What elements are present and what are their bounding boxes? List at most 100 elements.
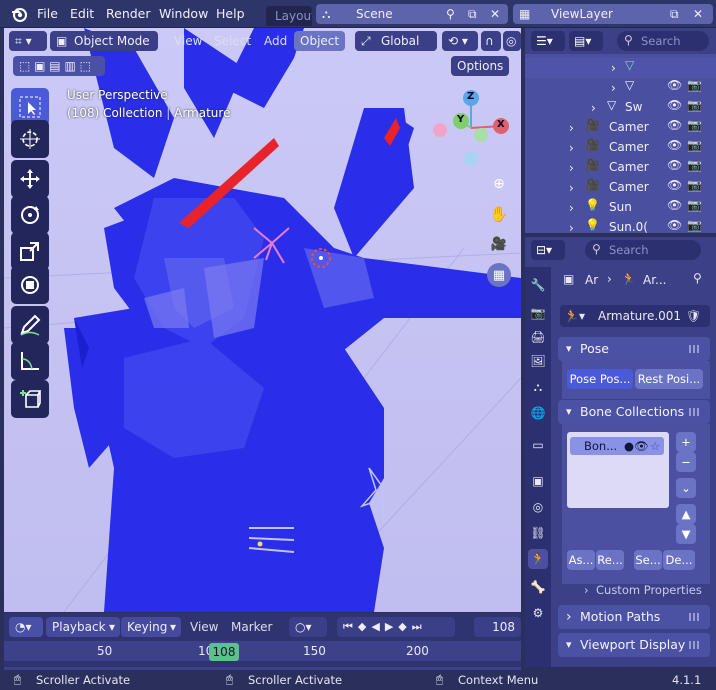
mode-selector[interactable]: ▣ Object Mode [50, 31, 158, 51]
drag-grip-icon[interactable] [689, 641, 701, 649]
drag-grip-icon[interactable] [689, 345, 701, 353]
bone-collection-item[interactable]: Bon... ● 👁 ☆ [570, 437, 664, 455]
move-up-button[interactable]: ▲ [676, 504, 696, 524]
bone-constraint-tab-icon[interactable]: ⚙ [528, 603, 548, 623]
bone-collection-list[interactable]: Bon... ● 👁 ☆ [567, 432, 669, 508]
eye-icon[interactable]: 👁 [667, 198, 682, 212]
delete-scene-icon[interactable]: ✕ [490, 4, 500, 24]
menu-render[interactable]: Render [106, 6, 151, 21]
menu-help[interactable]: Help [216, 6, 245, 21]
delete-view-layer-icon[interactable]: ✕ [693, 4, 703, 24]
camera-render-icon[interactable]: 📷 [687, 98, 702, 112]
expand-icon[interactable]: › [569, 201, 574, 215]
eye-icon[interactable]: 👁 [667, 78, 682, 92]
deselect-button[interactable]: De... [663, 550, 695, 570]
playback-menu[interactable]: Playback ▾ [46, 617, 120, 637]
properties-editor-icon[interactable]: ⊟▾ [531, 240, 565, 260]
tree-row[interactable]: › 💡 Sun 👁 📷 [525, 198, 716, 218]
expand-icon[interactable]: › [569, 141, 574, 155]
add-collection-button[interactable]: + [676, 432, 696, 452]
pan-hand-icon[interactable]: ✋ [488, 203, 510, 225]
tree-row[interactable]: › 🎥 Camer 👁 📷 [525, 178, 716, 198]
measure-tool-button[interactable] [11, 342, 49, 380]
navigation-gizmo[interactable]: Z X Y [428, 88, 516, 178]
eye-icon[interactable]: 👁 [667, 218, 682, 232]
new-scene-icon[interactable]: ⧉ [468, 4, 477, 24]
output-tab-icon[interactable]: 🖨 [528, 327, 548, 347]
editor-type-button[interactable]: ⌗ ▾ [9, 31, 47, 51]
view-layer-tab-icon[interactable]: 🖼 [528, 351, 548, 371]
motion-paths-header[interactable]: Motion Paths [558, 605, 710, 629]
physics-tab-icon[interactable]: ◎ [528, 497, 548, 517]
view-layer-selector[interactable]: ▦ ViewLayer ⧉ ✕ [513, 4, 713, 24]
expand-icon[interactable]: › [569, 121, 574, 135]
tree-row[interactable]: › ▽ 👁 📷 [525, 78, 716, 98]
tool-tab-icon[interactable]: 🔧 [528, 275, 548, 295]
menu-file[interactable]: File [37, 6, 58, 21]
assign-button[interactable]: As... [567, 550, 595, 570]
world-tab-icon[interactable]: 🌐 [528, 403, 548, 423]
timeline-editor-icon[interactable]: ◔▾ [9, 617, 43, 637]
scale-tool-button[interactable] [11, 232, 49, 270]
annotate-tool-button[interactable] [11, 306, 49, 344]
move-down-button[interactable]: ▼ [676, 524, 696, 544]
properties-search-input[interactable]: Search [585, 240, 701, 260]
eye-icon[interactable]: 👁 [667, 98, 682, 112]
camera-render-icon[interactable]: 📷 [687, 218, 702, 232]
armature-datablock[interactable]: 🏃▾ Armature.001 🛡 [560, 305, 710, 327]
camera-view-icon[interactable]: 🎥 [488, 233, 510, 255]
camera-render-icon[interactable]: 📷 [687, 118, 702, 132]
remove-collection-button[interactable]: − [676, 452, 696, 472]
tree-row[interactable]: › 🎥 Camer 👁 📷 [525, 138, 716, 158]
auto-key-button[interactable]: ○▾ [289, 617, 327, 637]
pin-icon[interactable]: ⚲ [446, 4, 455, 24]
camera-render-icon[interactable]: 📷 [687, 198, 702, 212]
pose-position-button[interactable]: Pose Pos... [567, 369, 633, 389]
bone-collections-header[interactable]: Bone Collections [558, 400, 710, 424]
drag-grip-icon[interactable] [689, 613, 701, 621]
custom-properties-header[interactable]: › Custom Properties [572, 580, 710, 600]
timeline-marker-menu[interactable]: Marker [225, 617, 278, 637]
options-button[interactable]: Options [451, 56, 509, 76]
pin-icon[interactable]: ⚲ [693, 271, 702, 285]
rest-position-button[interactable]: Rest Posi... [635, 369, 703, 389]
timeline-view-menu[interactable]: View [184, 617, 224, 637]
timeline-ruler[interactable]: 50 10 150 200 108 [4, 641, 521, 670]
cursor-tool-button[interactable] [11, 120, 49, 158]
fake-user-icon[interactable]: 🛡 [686, 305, 701, 327]
object-tab-icon[interactable]: ▣ [528, 471, 548, 491]
object-menu[interactable]: Object [294, 31, 346, 51]
workspace-tab-layout[interactable]: Layout [266, 6, 312, 26]
pivot-button[interactable]: ⟲ ▾ [442, 31, 478, 51]
eye-icon[interactable]: 👁 [634, 437, 649, 455]
eye-icon[interactable]: 👁 [667, 158, 682, 172]
tree-row[interactable]: › 💡 Sun.0( 👁 📷 [525, 218, 716, 233]
grid-view-icon[interactable]: ▦ [487, 263, 511, 287]
eye-icon[interactable]: 👁 [667, 118, 682, 132]
expand-icon[interactable]: › [569, 221, 574, 233]
eye-icon[interactable]: 👁 [667, 178, 682, 192]
expand-icon[interactable]: › [611, 61, 616, 75]
tree-row[interactable]: › ▽ [525, 58, 716, 78]
pose-panel-header[interactable]: Pose [558, 337, 710, 361]
scene-tab-icon[interactable]: ⛬ [528, 377, 548, 397]
drag-grip-icon[interactable] [689, 408, 701, 416]
expand-icon[interactable]: › [569, 181, 574, 195]
keying-menu[interactable]: Keying ▾ [121, 617, 181, 637]
bone-tab-icon[interactable]: 🦴 [528, 577, 548, 597]
current-frame-field[interactable]: 108 [474, 617, 521, 637]
remove-button[interactable]: Re... [596, 550, 624, 570]
expand-icon[interactable]: › [591, 101, 596, 115]
zoom-icon[interactable]: ⊕ [488, 173, 510, 195]
rotate-tool-button[interactable] [11, 196, 49, 234]
camera-render-icon[interactable]: 📷 [687, 178, 702, 192]
new-view-layer-icon[interactable]: ⧉ [670, 4, 679, 24]
add-cube-tool-button[interactable] [11, 380, 49, 418]
playhead[interactable]: 108 [209, 643, 239, 661]
snap-button[interactable]: ∩ [481, 31, 501, 51]
expand-icon[interactable]: › [569, 161, 574, 175]
eye-icon[interactable]: 👁 [667, 138, 682, 152]
move-tool-button[interactable] [11, 160, 49, 198]
display-mode-icon[interactable]: ▤▾ [569, 31, 603, 51]
select-menu[interactable]: Select [208, 31, 257, 51]
